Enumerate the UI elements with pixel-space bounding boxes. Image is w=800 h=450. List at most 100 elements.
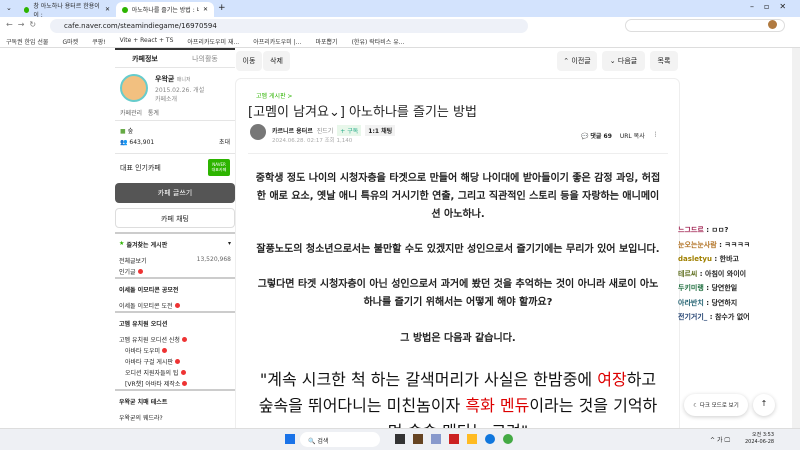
section-title: 이세돌 이모티콘 공모전 (115, 277, 235, 300)
paragraph-line: 중학생 정도 나이의 시청자층을 타겟으로 만들어 해당 나이대에 받아들이기 … (255, 173, 661, 184)
members-icon: 👥 (120, 139, 128, 146)
prev-post-button[interactable]: ⌃ 이전글 (557, 51, 597, 71)
scrollbar[interactable] (792, 48, 800, 428)
more-icon[interactable]: ⋮ (653, 131, 659, 140)
windows-start-icon[interactable] (285, 434, 295, 444)
board-link[interactable]: 우왁굳의 웨드라? (119, 415, 163, 422)
tab-title: 아노하나를 즐기는 방법 : 네이 (131, 7, 199, 14)
chat-message: 느그드르 : ㅁㅁ? (678, 226, 729, 234)
author-name[interactable]: 카르니르 용터르 (272, 126, 313, 135)
chevron-down-icon[interactable]: ▾ (228, 240, 231, 249)
next-post-button[interactable]: ⌄ 다음글 (602, 51, 645, 71)
board-link[interactable]: 고멤 유치원 오디션 신청 (119, 337, 180, 344)
bookmarks-bar: 구독권 한입 선물 G마켓 쿠팡! Vite + React + TS 아프리카… (0, 34, 800, 48)
tab-cafe-info[interactable]: 카페정보 (115, 54, 175, 64)
bookmark[interactable]: G마켓 (62, 37, 78, 46)
naver-badge: NAVER 대표카페 (208, 159, 230, 176)
article-meta: 2024.06.28. 02:17 조회 1,140 (272, 138, 353, 144)
tab-bar: ⌄ 창 아노하나 용터르 한용이이 :✕ 아노하나를 즐기는 방법 : 네이✕ … (0, 0, 800, 19)
bookmark[interactable]: Vite + React + TS (120, 37, 174, 44)
board-link[interactable]: 고멤 게시판 > (256, 91, 292, 100)
chat-message: 아라반치 : 당연하지 (678, 298, 738, 307)
author-avatar[interactable] (250, 124, 266, 140)
chat-message: 눈오는눈사람 : ㅋㅋㅋㅋ (678, 240, 751, 249)
tab-active[interactable]: 아노하나를 즐기는 방법 : 네이 ✕ (116, 2, 214, 17)
clock[interactable]: 오전 3:53 2024-06-28 (745, 432, 774, 446)
board-link[interactable]: 아바타 도우미 (125, 348, 160, 355)
url-input[interactable]: cafe.naver.com/steamindiegame/16970594 (50, 19, 528, 33)
star-icon: ★ (119, 240, 125, 247)
url-copy-button[interactable]: URL 복사 (620, 131, 645, 140)
list-button[interactable]: 목록 (650, 51, 678, 71)
chat-message: 전기거기_ : 참수가 없어 (678, 313, 750, 321)
new-badge (137, 269, 143, 274)
member-count: 643,901 (129, 139, 155, 146)
paragraph-line: 하나를 즐기기 위해서는 어떻게 해야 할까요? (363, 297, 553, 308)
one-on-one-chat-button[interactable]: 1:1 채팅 (365, 125, 396, 136)
bookmark[interactable]: 쿠팡! (92, 37, 105, 46)
section-title: 우왁굳 치매 테스트 (115, 389, 235, 412)
nav-buttons[interactable]: ←→↻ (6, 20, 41, 29)
cafe-logo (120, 74, 148, 102)
invite-link[interactable]: 초대 (219, 137, 230, 148)
naver-cafe-icon (24, 6, 30, 13)
section-title: 고멤 유치원 오디션 (115, 311, 235, 334)
quote-line: "계속 시크한 척 하는 갈색머리가 사실은 한밤중에 여장하고 (259, 370, 657, 389)
paragraph-line: 그 방법은 다음과 같습니다. (400, 333, 516, 344)
tab-my-activity[interactable]: 나의활동 (175, 54, 235, 64)
paragraph-line: 한 애로 요소, 옛날 애니 특유의 거시기한 연출, 그리고 직관적인 스토리… (256, 191, 660, 202)
paragraph-line: 션 아노하나. (431, 209, 485, 220)
all-posts-link[interactable]: 전체글보기 (119, 256, 147, 265)
delete-button[interactable]: 삭제 (263, 51, 290, 71)
address-bar-row: ←→↻ cafe.naver.com/steamindiegame/169705… (0, 17, 800, 34)
bookmark[interactable]: 마포뽑기 (315, 37, 337, 46)
close-icon[interactable]: ✕ (203, 6, 208, 13)
avatar[interactable] (768, 20, 777, 29)
comments-button[interactable]: 💬 댓글 69 (581, 131, 612, 140)
board-link[interactable]: 아바타 구걸 게시판 (125, 359, 173, 366)
stats-link[interactable]: 통계 (148, 110, 159, 117)
cafe-intro-link[interactable]: 카페소개 (155, 94, 177, 103)
quote-line: 며 술술 맨다는 고려" (248, 418, 668, 428)
chat-overlay: 느그드르 : ㅁㅁ? 눈오는눈사람 : ㅋㅋㅋㅋ dasletyu : 한바고 … (678, 223, 750, 325)
scroll-top-button[interactable]: ↑ (753, 394, 775, 416)
level-icon: ■ (120, 128, 126, 135)
subscribe-button[interactable]: + 구독 (337, 125, 362, 136)
quote-line: 숲속을 뛰어다니는 미친놈이자 흑화 멘듀이라는 것을 기억하 (258, 396, 658, 415)
bookmark[interactable]: 구독권 한입 선물 (6, 37, 48, 46)
new-tab-button[interactable]: + (218, 3, 226, 13)
board-link[interactable]: [VR챗] 아바타 제작소 (125, 381, 180, 388)
write-button[interactable]: 카페 글쓰기 (115, 183, 235, 203)
article-title: [고멤이 남겨요⌄] 아노하나를 즐기는 방법 (248, 105, 477, 120)
move-button[interactable]: 이동 (236, 51, 262, 71)
sidebar: 카페정보 나의활동 우왁굳 매니저 2015.02.26. 개설 카페소개 카페관… (115, 48, 235, 423)
popular-posts-link[interactable]: 인기글 (119, 269, 136, 276)
tab-list-button[interactable]: ⌄ (6, 4, 12, 12)
popular-cafe-label: 대표 인기카페 (120, 163, 161, 172)
chat-button[interactable]: 카페 채팅 (115, 208, 235, 228)
paragraph-line: 그렇다면 타겟 시청자층이 아닌 성인으로서 과거에 봤던 것을 추억하는 것이… (257, 279, 659, 290)
extensions[interactable] (625, 19, 785, 32)
dark-mode-button[interactable]: ☾ 다크 모드로 보기 (684, 394, 748, 416)
system-tray[interactable]: ^ 가 🖵 (710, 435, 730, 445)
taskbar-apps[interactable] (395, 434, 513, 444)
board-link[interactable]: 오디션 지원자들의 팁 (125, 370, 179, 377)
cafe-date: 2015.02.26. 개설 (155, 87, 205, 94)
cafe-manage-link[interactable]: 카페관리 (120, 110, 142, 117)
url-text: cafe.naver.com/steamindiegame/16970594 (64, 22, 217, 30)
bookmark[interactable]: (한유) 락타비스 유... (352, 37, 405, 46)
window-controls[interactable]: –▫✕ (750, 2, 796, 11)
taskbar-search[interactable]: 🔍 검색 (300, 432, 380, 447)
fav-boards-title: 즐겨찾는 게시판 (126, 242, 168, 249)
bookmark[interactable]: 아프리카도우미 |... (253, 37, 301, 46)
close-icon[interactable]: ✕ (105, 6, 110, 13)
chat-message: dasletyu : 한바고 (678, 255, 739, 263)
cafe-level: 숲 (127, 128, 134, 135)
taskbar: 🔍 검색 ^ 가 🖵 오전 3:53 2024-06-28 (0, 428, 800, 450)
board-link[interactable]: 이세돌 이모티콘 도전 (119, 303, 173, 310)
cafe-name: 우왁굳 (155, 75, 175, 83)
role-badge: 매니저 (176, 77, 191, 83)
bookmark[interactable]: 아프리카도우미 재... (187, 37, 239, 46)
tab[interactable]: 창 아노하나 용터르 한용이이 : ✕ (18, 2, 116, 19)
article: 고멤 게시판 > [고멤이 남겨요⌄] 아노하나를 즐기는 방법 카르니르 용터… (235, 78, 680, 428)
